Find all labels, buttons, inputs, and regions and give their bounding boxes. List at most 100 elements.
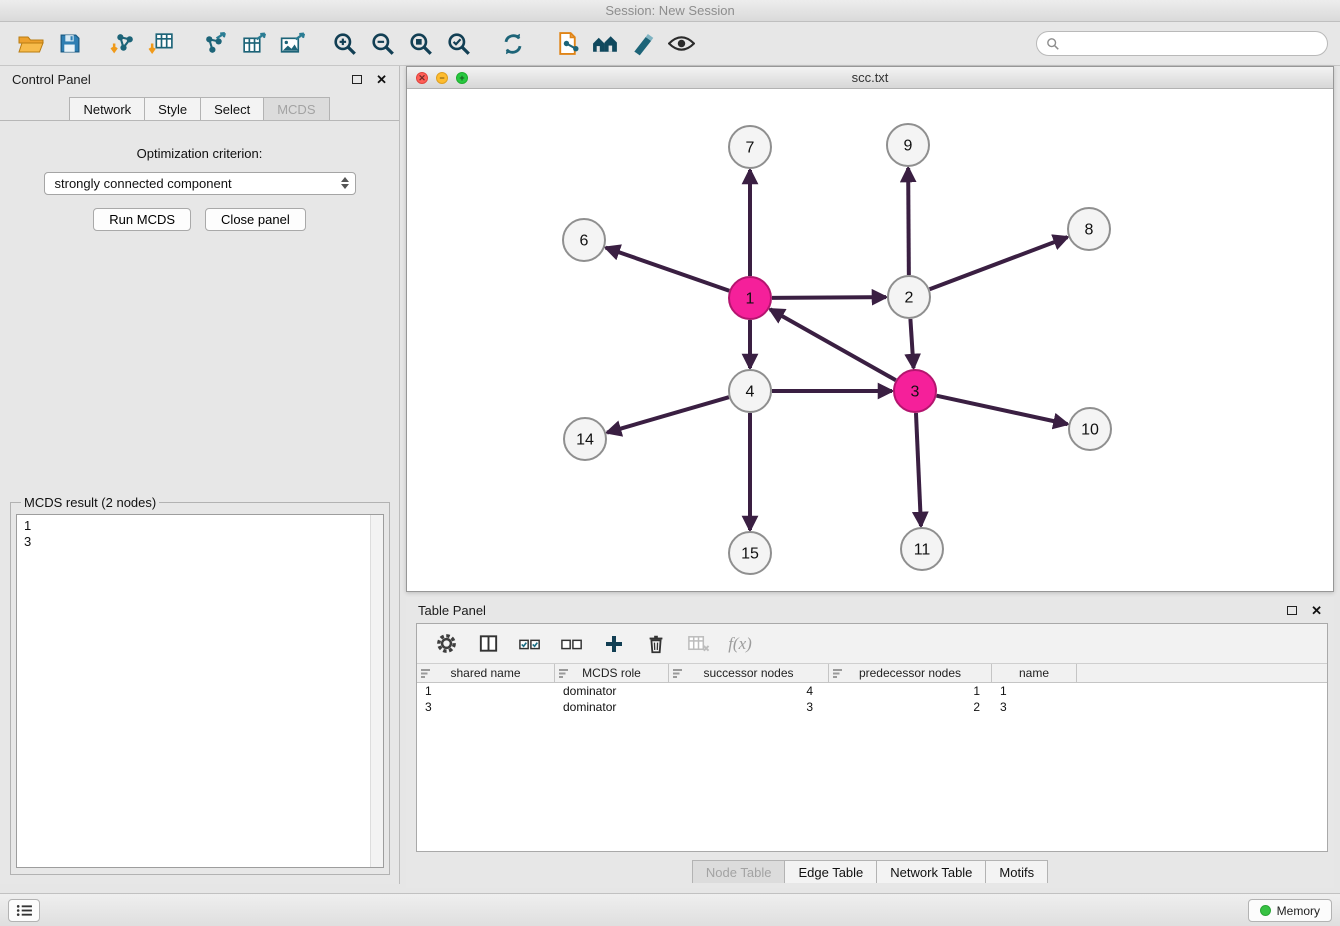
table-panel-tabs: Node Table Edge Table Network Table Moti… [406, 860, 1334, 883]
cell-name[interactable]: 1 [992, 683, 1077, 699]
tab-edge-table[interactable]: Edge Table [785, 860, 877, 883]
column-menu-icon[interactable] [559, 668, 569, 678]
import-network-icon[interactable] [104, 27, 142, 61]
refresh-view-icon[interactable] [494, 27, 532, 61]
export-image-icon[interactable] [272, 27, 310, 61]
node-6[interactable]: 6 [563, 219, 605, 261]
mcds-result-list[interactable]: 1 3 [16, 514, 384, 868]
column-menu-icon[interactable] [673, 668, 683, 678]
optimization-criterion-select[interactable]: strongly connected component [44, 172, 356, 195]
show-columns-icon[interactable] [471, 628, 505, 660]
cell-mcds-role[interactable]: dominator [555, 683, 669, 699]
select-all-columns-icon[interactable] [513, 628, 547, 660]
show-details-eye-icon[interactable] [662, 27, 700, 61]
close-panel-button[interactable]: Close panel [205, 208, 306, 231]
column-header-mcds-role[interactable]: MCDS role [555, 664, 669, 682]
open-session-icon[interactable] [548, 27, 586, 61]
tab-motifs[interactable]: Motifs [986, 860, 1048, 883]
node-2[interactable]: 2 [888, 276, 930, 318]
result-scrollbar[interactable] [370, 515, 383, 867]
memory-button[interactable]: Memory [1248, 899, 1332, 922]
column-header-successor-nodes[interactable]: successor nodes [669, 664, 829, 682]
column-header-name[interactable]: name [992, 664, 1077, 682]
edge-3-to-1[interactable] [770, 309, 896, 380]
open-file-icon[interactable] [12, 27, 50, 61]
node-label: 1 [746, 291, 755, 308]
apply-style-icon[interactable] [624, 27, 662, 61]
cell-predecessor-nodes[interactable]: 2 [829, 699, 992, 715]
search-box[interactable] [1036, 31, 1328, 56]
save-session-icon[interactable] [50, 27, 88, 61]
column-menu-icon[interactable] [833, 668, 843, 678]
edge-1-to-2[interactable] [772, 297, 886, 298]
column-menu-icon[interactable] [421, 668, 431, 678]
cell-successor-nodes[interactable]: 3 [669, 699, 829, 715]
edge-2-to-9[interactable] [908, 168, 909, 275]
cell-shared-name[interactable]: 1 [417, 683, 555, 699]
float-panel-icon[interactable] [352, 75, 362, 84]
edge-3-to-10[interactable] [936, 396, 1067, 424]
edge-1-to-6[interactable] [606, 248, 730, 291]
window-controls: ✕ − + [416, 72, 468, 84]
node-10[interactable]: 10 [1069, 408, 1111, 450]
node-9[interactable]: 9 [887, 124, 929, 166]
table-row[interactable]: 3 dominator 3 2 3 [417, 699, 1327, 715]
maximize-window-icon[interactable]: + [456, 72, 468, 84]
cell-successor-nodes[interactable]: 4 [669, 683, 829, 699]
search-input[interactable] [1065, 36, 1318, 51]
tab-style[interactable]: Style [145, 97, 201, 120]
tab-network[interactable]: Network [69, 97, 145, 120]
close-panel-icon[interactable]: ✕ [376, 73, 387, 86]
node-15[interactable]: 15 [729, 532, 771, 574]
edge-4-to-14[interactable] [607, 397, 729, 432]
cell-predecessor-nodes[interactable]: 1 [829, 683, 992, 699]
tab-mcds[interactable]: MCDS [264, 97, 329, 120]
show-panel-list-icon[interactable] [8, 899, 40, 922]
close-window-icon[interactable]: ✕ [416, 72, 428, 84]
node-7[interactable]: 7 [729, 126, 771, 168]
mcds-result-group: MCDS result (2 nodes) 1 3 [10, 495, 390, 875]
cell-shared-name[interactable]: 3 [417, 699, 555, 715]
zoom-fit-icon[interactable] [402, 27, 440, 61]
node-table-frame: f(x) shared name MCDS role [416, 623, 1328, 852]
column-header-predecessor-nodes[interactable]: predecessor nodes [829, 664, 992, 682]
mcds-result-title: MCDS result (2 nodes) [21, 495, 159, 510]
export-table-icon[interactable] [234, 27, 272, 61]
node-label: 10 [1081, 422, 1099, 439]
edge-2-to-8[interactable] [930, 237, 1068, 289]
node-4[interactable]: 4 [729, 370, 771, 412]
tab-network-table[interactable]: Network Table [877, 860, 986, 883]
result-line: 3 [24, 534, 376, 550]
cell-mcds-role[interactable]: dominator [555, 699, 669, 715]
tab-node-table[interactable]: Node Table [692, 860, 786, 883]
edge-3-to-11[interactable] [916, 413, 921, 526]
edge-2-to-3[interactable] [910, 319, 913, 368]
node-1[interactable]: 1 [729, 277, 771, 319]
zoom-in-icon[interactable] [326, 27, 364, 61]
minimize-window-icon[interactable]: − [436, 72, 448, 84]
houses-icon[interactable] [586, 27, 624, 61]
cell-name[interactable]: 3 [992, 699, 1077, 715]
delete-row-trash-icon[interactable] [639, 628, 673, 660]
column-header-shared-name[interactable]: shared name [417, 664, 555, 682]
node-3[interactable]: 3 [894, 370, 936, 412]
close-table-panel-icon[interactable]: ✕ [1311, 604, 1322, 617]
table-row[interactable]: 1 dominator 4 1 1 [417, 683, 1327, 699]
float-table-panel-icon[interactable] [1287, 606, 1297, 615]
zoom-selected-icon[interactable] [440, 27, 478, 61]
node-8[interactable]: 8 [1068, 208, 1110, 250]
node-label: 4 [746, 384, 755, 401]
table-settings-gear-icon[interactable] [429, 628, 463, 660]
zoom-out-icon[interactable] [364, 27, 402, 61]
export-network-icon[interactable] [196, 27, 234, 61]
run-mcds-button[interactable]: Run MCDS [93, 208, 191, 231]
node-11[interactable]: 11 [901, 528, 943, 570]
tab-select[interactable]: Select [201, 97, 264, 120]
add-row-plus-icon[interactable] [597, 628, 631, 660]
table-toolbar: f(x) [417, 624, 1327, 664]
node-14[interactable]: 14 [564, 418, 606, 460]
node-label: 15 [741, 546, 759, 563]
import-table-icon[interactable] [142, 27, 180, 61]
deselect-all-columns-icon[interactable] [555, 628, 589, 660]
network-canvas[interactable]: 1 2 3 4 6 7 8 9 10 11 14 15 [407, 89, 1333, 591]
